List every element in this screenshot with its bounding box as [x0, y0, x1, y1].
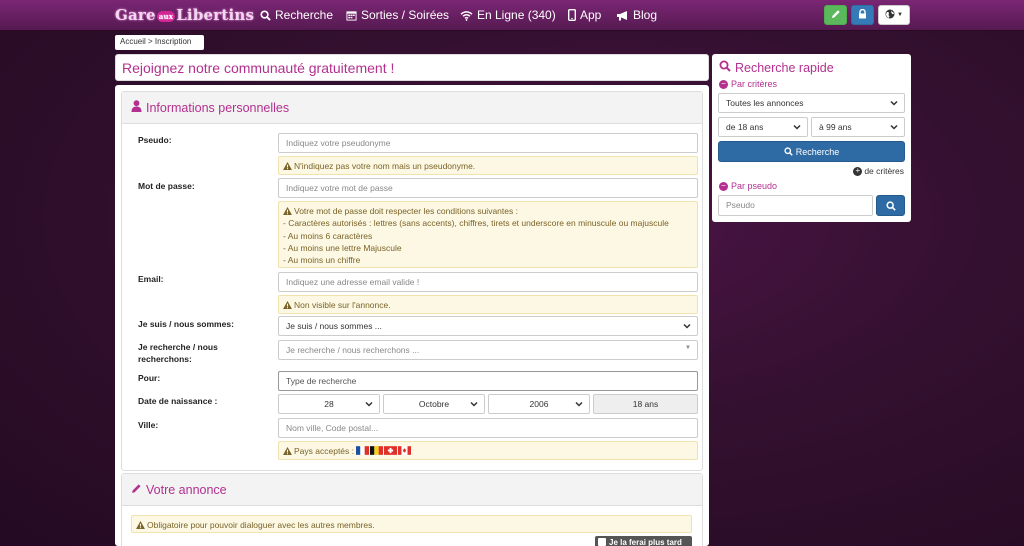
wifi-icon — [459, 9, 473, 21]
canada-flag-icon — [398, 446, 412, 455]
checkbox-icon — [598, 538, 606, 546]
site-logo[interactable]: Gare aux Libertins — [115, 6, 254, 24]
pencil-icon — [831, 9, 841, 22]
quick-search-heading: Recherche rapide — [735, 60, 834, 75]
page-title-panel: Rejoignez notre communauté gratuitement … — [115, 54, 709, 81]
pseudo-label: Pseudo: — [138, 135, 172, 145]
pseudo-input[interactable]: Indiquez votre pseudonyme — [278, 133, 698, 153]
quick-search-button[interactable]: Recherche — [718, 141, 905, 162]
ad-header: Votre annonce — [122, 474, 702, 506]
nav-search[interactable]: Recherche — [259, 8, 333, 22]
nav-search-label: Recherche — [275, 8, 334, 22]
chevron-down-icon — [575, 401, 583, 407]
bullhorn-icon — [616, 9, 629, 21]
seek-label: Je recherche / nous recherchons: — [138, 342, 218, 364]
ad-section: Votre annonce Obligatoire pour pouvoir d… — [121, 473, 703, 546]
nav-outings[interactable]: Sorties / Soirées — [345, 8, 449, 22]
pseudo-search-button[interactable] — [876, 195, 905, 216]
skip-ad-button[interactable]: Je la ferai plus tard — [595, 536, 692, 546]
search-icon — [719, 60, 731, 75]
breadcrumb[interactable]: Accueil > Inscription — [115, 35, 204, 50]
warning-icon — [283, 207, 292, 215]
age-display: 18 ans — [593, 394, 698, 414]
password-rules: Votre mot de passe doit respecter les co… — [278, 201, 698, 268]
nav-online-label: En Ligne (340) — [477, 8, 556, 22]
ads-type-select[interactable]: Toutes les annonces — [718, 93, 905, 113]
pseudo-search-input[interactable]: Pseudo — [718, 195, 873, 216]
user-icon — [131, 100, 142, 115]
search-icon — [784, 147, 793, 156]
nav-online[interactable]: En Ligne (340) — [459, 8, 556, 22]
chevron-down-icon — [365, 401, 373, 407]
nav-app[interactable]: App — [567, 8, 601, 22]
personal-info-header: Informations personnelles — [122, 92, 702, 124]
iam-label: Je suis / nous sommes: — [138, 319, 234, 329]
pencil-icon — [131, 483, 142, 497]
chevron-down-icon — [470, 401, 478, 407]
warning-icon — [283, 447, 292, 455]
login-button[interactable] — [851, 5, 874, 25]
search-icon — [259, 9, 271, 21]
chevron-down-icon — [683, 323, 691, 329]
by-pseudo-toggle[interactable]: − Par pseudo — [719, 181, 777, 191]
nav-outings-label: Sorties / Soirées — [361, 8, 450, 22]
belgium-flag-icon — [370, 446, 384, 455]
minus-circle-icon: − — [719, 181, 728, 191]
pseudo-hint: N'indiquez pas votre nom mais un pseudon… — [278, 156, 698, 175]
warning-icon — [283, 301, 292, 309]
chevron-down-icon — [890, 100, 898, 106]
caret-down-icon: ▼ — [685, 345, 691, 351]
nav-app-label: App — [580, 8, 602, 22]
ad-heading: Votre annonce — [146, 482, 227, 497]
warning-icon — [283, 162, 292, 170]
city-label: Ville: — [138, 420, 159, 430]
iam-select[interactable]: Je suis / nous sommes ... — [278, 316, 698, 336]
email-label: Email: — [138, 274, 164, 284]
france-flag-icon — [356, 446, 370, 455]
password-label: Mot de passe: — [138, 181, 195, 191]
search-icon — [885, 200, 896, 211]
minus-circle-icon: − — [719, 79, 728, 89]
nav-blog-label: Blog — [633, 8, 658, 22]
globe-icon — [885, 9, 895, 22]
chevron-down-icon — [890, 124, 898, 130]
search-type-input[interactable]: Type de recherche — [278, 371, 698, 391]
by-criteria-toggle[interactable]: − Par critères — [719, 79, 777, 89]
dob-label: Date de naissance : — [138, 396, 218, 406]
quick-search-panel: Recherche rapide − Par critères Toutes le… — [712, 54, 911, 222]
countries-hint: Pays acceptés : — [278, 441, 698, 460]
dob-month-select[interactable]: Octobre — [383, 394, 485, 414]
switzerland-flag-icon — [384, 446, 398, 455]
top-navbar: Gare aux Libertins Recherche Sorties / Soi… — [0, 0, 1024, 31]
lock-icon — [858, 8, 867, 22]
personal-info-section: Informations personnelles Pseudo: Indiqu… — [121, 91, 703, 471]
ad-notice: Obligatoire pour pouvoir dialoguer avec … — [131, 515, 692, 533]
language-dropdown[interactable]: ▼ — [878, 5, 910, 25]
calendar-icon — [345, 9, 357, 21]
email-hint: Non visible sur l'annonce. — [278, 295, 698, 314]
caret-down-icon: ▼ — [897, 12, 903, 18]
dob-year-select[interactable]: 2006 — [488, 394, 590, 414]
email-input[interactable]: Indiquez une adresse email valide ! — [278, 272, 698, 292]
personal-info-heading: Informations personnelles — [146, 100, 290, 115]
register-button[interactable] — [824, 5, 847, 25]
page-title: Rejoignez notre communauté gratuitement … — [122, 60, 395, 76]
warning-icon — [136, 521, 145, 529]
plus-circle-icon: + — [853, 166, 863, 176]
chevron-down-icon — [793, 124, 801, 130]
nav-blog[interactable]: Blog — [616, 8, 657, 22]
dob-day-select[interactable]: 28 — [278, 394, 380, 414]
city-input[interactable]: Nom ville, Code postal... — [278, 418, 698, 438]
age-from-select[interactable]: de 18 ans — [718, 117, 808, 137]
seek-select[interactable]: Je recherche / nous recherchons ... ▼ — [278, 340, 698, 360]
age-to-select[interactable]: à 99 ans — [811, 117, 905, 137]
mobile-icon — [567, 9, 576, 21]
more-criteria-link[interactable]: + de critères — [853, 166, 904, 176]
quick-search-header: Recherche rapide — [719, 60, 834, 75]
password-input[interactable]: Indiquez votre mot de passe — [278, 178, 698, 198]
for-label: Pour: — [138, 373, 161, 383]
registration-form: Informations personnelles Pseudo: Indiqu… — [115, 85, 709, 546]
